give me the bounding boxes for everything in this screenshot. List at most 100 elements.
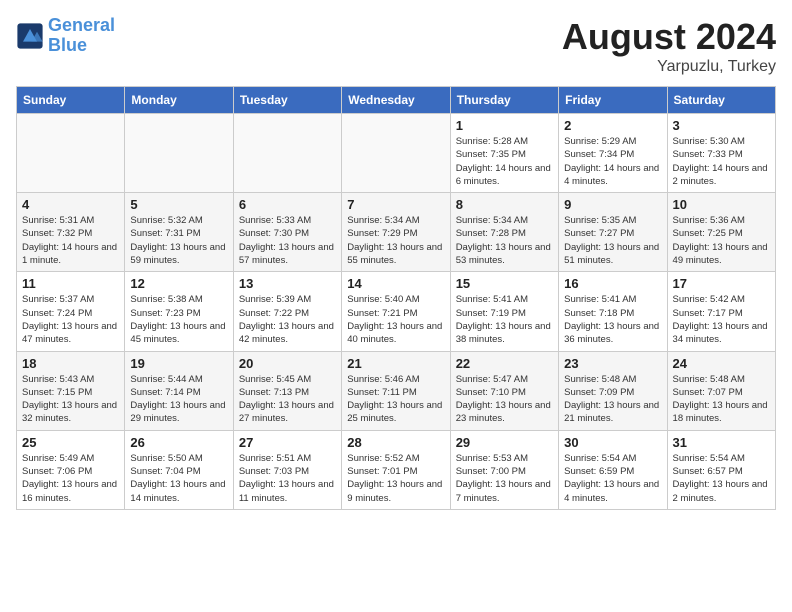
day-info: Sunrise: 5:31 AM Sunset: 7:32 PM Dayligh… <box>22 214 119 267</box>
day-number: 19 <box>130 356 227 371</box>
calendar-cell: 3 Sunrise: 5:30 AM Sunset: 7:33 PM Daylig… <box>667 114 775 193</box>
calendar-cell: 27 Sunrise: 5:51 AM Sunset: 7:03 PM Dayli… <box>233 430 341 509</box>
day-number: 18 <box>22 356 119 371</box>
day-number: 4 <box>22 197 119 212</box>
logo-text: General Blue <box>48 16 115 56</box>
calendar-cell: 18 Sunrise: 5:43 AM Sunset: 7:15 PM Dayli… <box>17 351 125 430</box>
day-info: Sunrise: 5:53 AM Sunset: 7:00 PM Dayligh… <box>456 452 553 505</box>
day-info: Sunrise: 5:43 AM Sunset: 7:15 PM Dayligh… <box>22 373 119 426</box>
logo-line1: General <box>48 15 115 35</box>
calendar-cell <box>125 114 233 193</box>
page-header: General Blue August 2024 Yarpuzlu, Turke… <box>16 16 776 76</box>
calendar-cell: 10Sunrise: 5:36 AM Sunset: 7:25 PM Dayli… <box>667 193 775 272</box>
calendar-cell: 17 Sunrise: 5:42 AM Sunset: 7:17 PM Dayli… <box>667 272 775 351</box>
calendar-cell: 25 Sunrise: 5:49 AM Sunset: 7:06 PM Dayli… <box>17 430 125 509</box>
calendar-cell <box>17 114 125 193</box>
calendar-cell: 8Sunrise: 5:34 AM Sunset: 7:28 PM Daylig… <box>450 193 558 272</box>
week-row-2: 4 Sunrise: 5:31 AM Sunset: 7:32 PM Daylig… <box>17 193 776 272</box>
col-header-thursday: Thursday <box>450 87 558 114</box>
day-number: 21 <box>347 356 444 371</box>
day-number: 15 <box>456 276 553 291</box>
day-info: Sunrise: 5:37 AM Sunset: 7:24 PM Dayligh… <box>22 293 119 346</box>
day-info: Sunrise: 5:48 AM Sunset: 7:07 PM Dayligh… <box>673 373 770 426</box>
day-number: 12 <box>130 276 227 291</box>
day-info: Sunrise: 5:40 AM Sunset: 7:21 PM Dayligh… <box>347 293 444 346</box>
header-row: SundayMondayTuesdayWednesdayThursdayFrid… <box>17 87 776 114</box>
calendar-cell: 20Sunrise: 5:45 AM Sunset: 7:13 PM Dayli… <box>233 351 341 430</box>
day-number: 27 <box>239 435 336 450</box>
day-number: 10 <box>673 197 770 212</box>
day-info: Sunrise: 5:46 AM Sunset: 7:11 PM Dayligh… <box>347 373 444 426</box>
calendar-cell: 30 Sunrise: 5:54 AM Sunset: 6:59 PM Dayli… <box>559 430 667 509</box>
day-number: 30 <box>564 435 661 450</box>
day-number: 9 <box>564 197 661 212</box>
day-number: 7 <box>347 197 444 212</box>
day-number: 31 <box>673 435 770 450</box>
day-info: Sunrise: 5:45 AM Sunset: 7:13 PM Dayligh… <box>239 373 336 426</box>
day-info: Sunrise: 5:33 AM Sunset: 7:30 PM Dayligh… <box>239 214 336 267</box>
calendar-cell: 16Sunrise: 5:41 AM Sunset: 7:18 PM Dayli… <box>559 272 667 351</box>
day-number: 29 <box>456 435 553 450</box>
week-row-5: 25 Sunrise: 5:49 AM Sunset: 7:06 PM Dayli… <box>17 430 776 509</box>
day-info: Sunrise: 5:47 AM Sunset: 7:10 PM Dayligh… <box>456 373 553 426</box>
logo-line2: Blue <box>48 35 87 55</box>
page-subtitle: Yarpuzlu, Turkey <box>562 58 776 76</box>
day-number: 11 <box>22 276 119 291</box>
calendar-cell: 31 Sunrise: 5:54 AM Sunset: 6:57 PM Dayli… <box>667 430 775 509</box>
calendar-cell: 21 Sunrise: 5:46 AM Sunset: 7:11 PM Dayli… <box>342 351 450 430</box>
week-row-1: 1 Sunrise: 5:28 AM Sunset: 7:35 PM Daylig… <box>17 114 776 193</box>
day-info: Sunrise: 5:38 AM Sunset: 7:23 PM Dayligh… <box>130 293 227 346</box>
day-number: 16 <box>564 276 661 291</box>
day-number: 2 <box>564 118 661 133</box>
day-number: 3 <box>673 118 770 133</box>
calendar-cell: 19 Sunrise: 5:44 AM Sunset: 7:14 PM Dayli… <box>125 351 233 430</box>
col-header-sunday: Sunday <box>17 87 125 114</box>
calendar-cell: 13Sunrise: 5:39 AM Sunset: 7:22 PM Dayli… <box>233 272 341 351</box>
day-info: Sunrise: 5:34 AM Sunset: 7:29 PM Dayligh… <box>347 214 444 267</box>
calendar-cell: 7 Sunrise: 5:34 AM Sunset: 7:29 PM Daylig… <box>342 193 450 272</box>
calendar-cell: 6Sunrise: 5:33 AM Sunset: 7:30 PM Daylig… <box>233 193 341 272</box>
day-info: Sunrise: 5:48 AM Sunset: 7:09 PM Dayligh… <box>564 373 661 426</box>
calendar-cell: 28Sunrise: 5:52 AM Sunset: 7:01 PM Dayli… <box>342 430 450 509</box>
day-number: 5 <box>130 197 227 212</box>
day-number: 1 <box>456 118 553 133</box>
calendar-cell: 12 Sunrise: 5:38 AM Sunset: 7:23 PM Dayli… <box>125 272 233 351</box>
day-info: Sunrise: 5:49 AM Sunset: 7:06 PM Dayligh… <box>22 452 119 505</box>
week-row-3: 11 Sunrise: 5:37 AM Sunset: 7:24 PM Dayli… <box>17 272 776 351</box>
title-block: August 2024 Yarpuzlu, Turkey <box>562 16 776 76</box>
day-number: 17 <box>673 276 770 291</box>
calendar-cell: 1 Sunrise: 5:28 AM Sunset: 7:35 PM Daylig… <box>450 114 558 193</box>
day-info: Sunrise: 5:52 AM Sunset: 7:01 PM Dayligh… <box>347 452 444 505</box>
day-info: Sunrise: 5:28 AM Sunset: 7:35 PM Dayligh… <box>456 135 553 188</box>
calendar-cell: 11 Sunrise: 5:37 AM Sunset: 7:24 PM Dayli… <box>17 272 125 351</box>
day-number: 8 <box>456 197 553 212</box>
calendar-cell: 22Sunrise: 5:47 AM Sunset: 7:10 PM Dayli… <box>450 351 558 430</box>
day-info: Sunrise: 5:44 AM Sunset: 7:14 PM Dayligh… <box>130 373 227 426</box>
day-number: 25 <box>22 435 119 450</box>
day-number: 14 <box>347 276 444 291</box>
day-number: 13 <box>239 276 336 291</box>
day-info: Sunrise: 5:30 AM Sunset: 7:33 PM Dayligh… <box>673 135 770 188</box>
week-row-4: 18 Sunrise: 5:43 AM Sunset: 7:15 PM Dayli… <box>17 351 776 430</box>
logo: General Blue <box>16 16 115 56</box>
calendar-cell <box>233 114 341 193</box>
col-header-saturday: Saturday <box>667 87 775 114</box>
calendar-cell: 24 Sunrise: 5:48 AM Sunset: 7:07 PM Dayli… <box>667 351 775 430</box>
calendar-cell <box>342 114 450 193</box>
day-number: 26 <box>130 435 227 450</box>
day-info: Sunrise: 5:54 AM Sunset: 6:57 PM Dayligh… <box>673 452 770 505</box>
day-info: Sunrise: 5:51 AM Sunset: 7:03 PM Dayligh… <box>239 452 336 505</box>
day-info: Sunrise: 5:50 AM Sunset: 7:04 PM Dayligh… <box>130 452 227 505</box>
col-header-monday: Monday <box>125 87 233 114</box>
col-header-friday: Friday <box>559 87 667 114</box>
logo-icon <box>16 22 44 50</box>
calendar-table: SundayMondayTuesdayWednesdayThursdayFrid… <box>16 86 776 510</box>
calendar-cell: 14 Sunrise: 5:40 AM Sunset: 7:21 PM Dayli… <box>342 272 450 351</box>
day-info: Sunrise: 5:54 AM Sunset: 6:59 PM Dayligh… <box>564 452 661 505</box>
day-info: Sunrise: 5:42 AM Sunset: 7:17 PM Dayligh… <box>673 293 770 346</box>
day-info: Sunrise: 5:29 AM Sunset: 7:34 PM Dayligh… <box>564 135 661 188</box>
calendar-cell: 26 Sunrise: 5:50 AM Sunset: 7:04 PM Dayli… <box>125 430 233 509</box>
calendar-cell: 9Sunrise: 5:35 AM Sunset: 7:27 PM Daylig… <box>559 193 667 272</box>
col-header-tuesday: Tuesday <box>233 87 341 114</box>
day-number: 24 <box>673 356 770 371</box>
